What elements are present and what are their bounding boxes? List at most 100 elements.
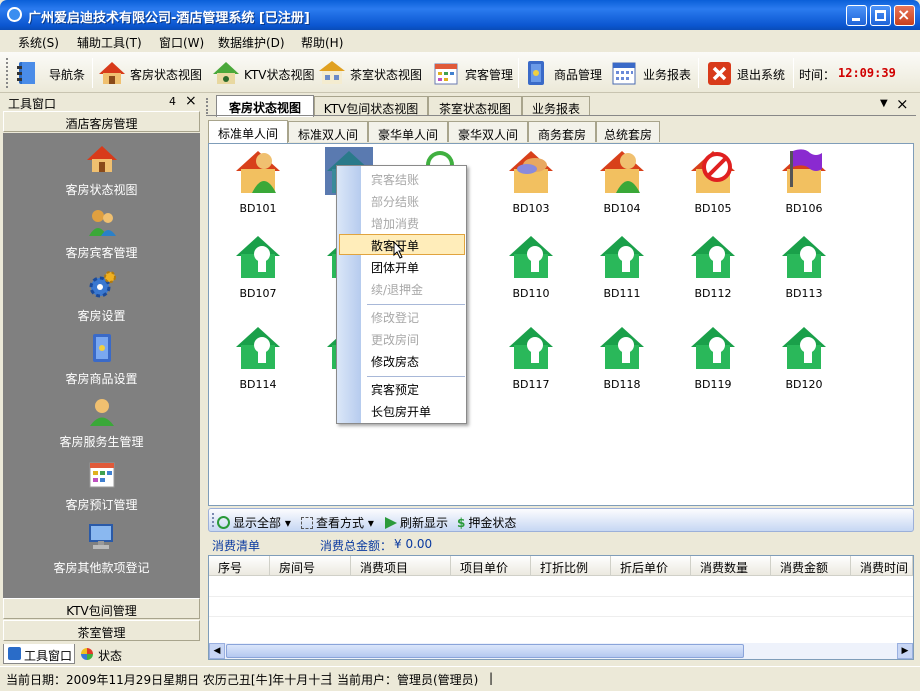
menu-data[interactable]: 数据维护(D) <box>218 34 285 51</box>
no-entry-room-icon <box>691 151 735 193</box>
consumption-table: 序号 房间号 消费项目 项目单价 打折比例 折后单价 消费数量 消费金额 消费时… <box>208 555 914 660</box>
tab-tea-status[interactable]: 茶室状态视图 <box>428 96 522 116</box>
menu-edit-room-status[interactable]: 修改房态 <box>371 353 419 370</box>
tab-presidential-suite[interactable]: 总统套房 <box>596 121 660 142</box>
panel-close-icon[interactable]: × <box>185 93 197 109</box>
room-tile[interactable]: BD104 <box>592 147 652 217</box>
room-tile[interactable]: BD110 <box>501 232 561 302</box>
menu-change-room[interactable]: 更改房间 <box>371 331 419 348</box>
tab-ktv-status[interactable]: KTV包间状态视图 <box>314 96 428 116</box>
nav-room-booking-label: 客房预订管理 <box>65 498 138 512</box>
menu-long-stay-checkin[interactable]: 长包房开单 <box>371 403 431 420</box>
tea-status-button[interactable]: 茶室状态视图 <box>318 57 428 89</box>
column-header[interactable]: 折后单价 <box>611 556 691 576</box>
scroll-thumb[interactable] <box>226 644 744 658</box>
room-tile[interactable]: BD106 <box>774 147 834 217</box>
nav-room-settings[interactable]: 客房设置 <box>3 269 200 324</box>
menu-group-checkin[interactable]: 团体开单 <box>371 259 419 276</box>
dollar-icon: $ <box>457 516 466 530</box>
room-tile[interactable]: BD117 <box>501 323 561 393</box>
guest-management-button[interactable]: 宾客管理 <box>432 57 516 89</box>
tab-reports[interactable]: 业务报表 <box>522 96 590 116</box>
nav-room-status-label: 客房状态视图 <box>65 183 138 197</box>
room-tile[interactable]: BD114 <box>228 323 288 393</box>
nav-room-guest[interactable]: 客房宾客管理 <box>3 206 200 261</box>
menu-tools[interactable]: 辅助工具(T) <box>77 34 142 51</box>
room-number: BD103 <box>512 202 550 215</box>
view-mode-button[interactable]: 查看方式 ▾ <box>301 514 374 531</box>
section-ktv[interactable]: KTV包间管理 <box>3 598 200 619</box>
current-date: 当前日期：2009年11月29日星期日 农历己丑[牛]年十月十三 <box>6 673 333 687</box>
tab-standard-single[interactable]: 标准单人间 <box>208 120 288 143</box>
goods-management-button[interactable]: 商品管理 <box>522 57 606 89</box>
maximize-button[interactable] <box>870 5 891 26</box>
show-all-button[interactable]: 显示全部 ▾ <box>217 514 291 531</box>
deposit-status-button[interactable]: $ 押金状态 <box>457 514 516 531</box>
column-header[interactable]: 消费时间 <box>851 556 913 576</box>
menu-system[interactable]: 系统(S) <box>18 34 59 51</box>
room-number: BD113 <box>785 287 823 300</box>
tab-list-dropdown-icon[interactable]: ▼ <box>880 98 888 109</box>
menu-add-consumption[interactable]: 增加消费 <box>371 215 419 232</box>
column-header[interactable]: 打折比例 <box>531 556 611 576</box>
reports-button[interactable]: 业务报表 <box>610 57 694 89</box>
nav-room-status[interactable]: 客房状态视图 <box>3 143 200 198</box>
total-amount-value: ¥ 0.00 <box>394 537 433 551</box>
nav-button[interactable]: 导航条 <box>14 57 90 89</box>
menu-window[interactable]: 窗口(W) <box>159 34 204 51</box>
report-calendar-icon <box>612 62 636 85</box>
tab-deluxe-double[interactable]: 豪华双人间 <box>448 121 528 142</box>
pin-icon[interactable]: 4 <box>169 95 176 108</box>
tab-tool-window[interactable]: 工具窗口 <box>3 644 75 664</box>
menu-deposit[interactable]: 续/退押金 <box>371 281 423 298</box>
scroll-right-icon[interactable]: ▶ <box>897 643 913 659</box>
column-header[interactable]: 序号 <box>209 556 270 576</box>
close-button[interactable]: × <box>894 5 915 26</box>
column-header[interactable]: 消费数量 <box>691 556 771 576</box>
tab-standard-double[interactable]: 标准双人间 <box>288 121 368 142</box>
menu-partial-checkout[interactable]: 部分结账 <box>371 193 419 210</box>
tab-room-status[interactable]: 客房状态视图 <box>216 95 314 117</box>
column-header[interactable]: 消费金额 <box>771 556 851 576</box>
menu-guest-reservation[interactable]: 宾客预定 <box>371 381 419 398</box>
room-number: BD107 <box>239 287 277 300</box>
room-tile[interactable]: BD120 <box>774 323 834 393</box>
scroll-left-icon[interactable]: ◀ <box>209 643 225 659</box>
room-tile[interactable]: BD119 <box>683 323 743 393</box>
tab-deluxe-single[interactable]: 豪华单人间 <box>368 121 448 142</box>
tab-status[interactable]: 状态 <box>77 644 131 664</box>
room-tile[interactable]: BD101 <box>228 147 288 217</box>
handshake-room-icon <box>509 151 553 193</box>
menu-edit-registration[interactable]: 修改登记 <box>371 309 419 326</box>
menu-guest-checkout[interactable]: 宾客结账 <box>371 171 419 188</box>
refresh-button[interactable]: 刷新显示 <box>385 514 448 531</box>
room-grid: BD101 BD103 BD104 BD105 BD106 BD107 BD11… <box>208 143 914 506</box>
ktv-status-button[interactable]: KTV状态视图 <box>212 57 314 89</box>
room-tile[interactable]: BD107 <box>228 232 288 302</box>
nav-room-other[interactable]: 客房其他款项登记 <box>3 521 200 576</box>
room-tile[interactable]: BD113 <box>774 232 834 302</box>
section-hotel-rooms[interactable]: 酒店客房管理 <box>3 111 200 132</box>
tab-close-icon[interactable]: × <box>896 95 909 113</box>
room-status-button[interactable]: 客房状态视图 <box>98 57 208 89</box>
room-tile[interactable]: BD111 <box>592 232 652 302</box>
column-header[interactable]: 消费项目 <box>351 556 451 576</box>
room-number: BD111 <box>603 287 641 300</box>
room-number: BD110 <box>512 287 550 300</box>
menu-help[interactable]: 帮助(H) <box>301 34 343 51</box>
room-tile[interactable]: BD118 <box>592 323 652 393</box>
nav-room-attendant[interactable]: 客房服务生管理 <box>3 395 200 450</box>
column-header[interactable]: 房间号 <box>270 556 351 576</box>
exit-button[interactable]: 退出系统 <box>706 57 790 89</box>
nav-room-goods[interactable]: 客房商品设置 <box>3 332 200 387</box>
column-header[interactable]: 项目单价 <box>451 556 531 576</box>
nav-room-booking[interactable]: 客房预订管理 <box>3 458 200 513</box>
room-tile[interactable]: BD103 <box>501 147 561 217</box>
room-tile[interactable]: BD105 <box>683 147 743 217</box>
horizontal-scrollbar[interactable]: ◀ ▶ <box>209 643 913 659</box>
main-toolbar: 导航条 客房状态视图 KTV状态视图 茶室状态视图 宾客管理 商品管理 业务报表… <box>0 52 920 93</box>
tab-business-suite[interactable]: 商务套房 <box>528 121 596 142</box>
minimize-button[interactable] <box>846 5 867 26</box>
room-tile[interactable]: BD112 <box>683 232 743 302</box>
section-tea[interactable]: 茶室管理 <box>3 620 200 641</box>
